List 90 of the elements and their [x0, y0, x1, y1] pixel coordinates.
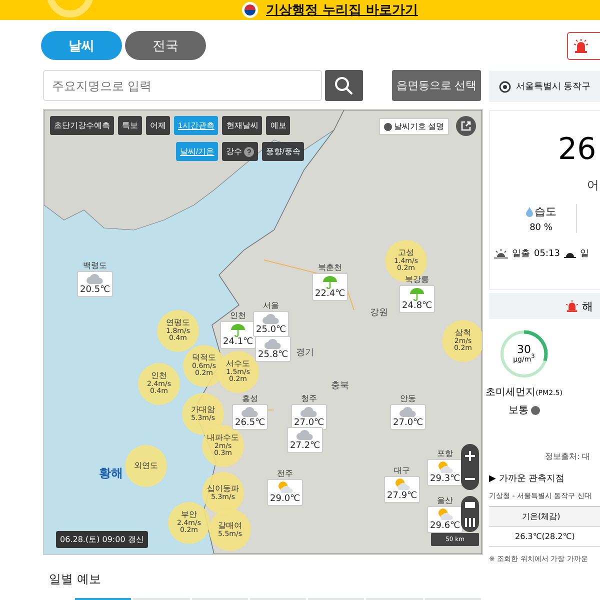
station-name: 북강릉: [405, 274, 430, 285]
region-label: 강원: [370, 307, 388, 319]
drop-icon: [526, 206, 532, 216]
map-layer-button[interactable]: 특보: [118, 116, 142, 135]
cloud-icon: [399, 406, 418, 418]
weather-condition: 어: [587, 177, 600, 194]
station-card[interactable]: 29.3℃: [427, 459, 464, 486]
cloud-icon: [86, 273, 104, 285]
station-card[interactable]: 27.2℃: [287, 427, 324, 453]
map-layer-button[interactable]: 풍향/풍속: [262, 142, 304, 161]
search-button[interactable]: [325, 70, 364, 101]
dust-status: 보통: [508, 404, 528, 417]
station-card[interactable]: 29.6℃: [427, 506, 464, 533]
station-card[interactable]: 26.5℃: [232, 404, 268, 430]
zoom-in-icon[interactable]: [465, 450, 475, 460]
sun-cloud-icon: [276, 481, 294, 494]
station-name: 청주: [301, 393, 318, 404]
location-button[interactable]: 서울특별시 동작구: [489, 71, 600, 102]
dust-label: 초미세먼지: [486, 387, 536, 398]
umbrella-icon: [409, 287, 426, 301]
region-label: 황해: [99, 465, 123, 482]
external-link-icon: [461, 121, 471, 131]
warning-button[interactable]: [567, 32, 600, 60]
station-card[interactable]: 22.4℃: [312, 273, 348, 301]
nearby-heading: ▶ 가까운 관측지점: [489, 473, 566, 485]
map-icon[interactable]: [465, 500, 475, 509]
station-name: 서울: [263, 300, 280, 311]
station-name: 북춘천: [318, 262, 342, 273]
map-layer-button[interactable]: 초단기강수예측: [50, 116, 114, 135]
sunrise-label: 일출: [512, 248, 530, 260]
sunrise-icon: [494, 248, 508, 258]
dust-value: 30: [517, 344, 531, 356]
station-name: 안동: [400, 393, 416, 404]
station-name: 울산: [437, 495, 454, 506]
umbrella-icon: [230, 323, 246, 337]
station-card[interactable]: 27.9℃: [384, 476, 420, 503]
sun-cloud-icon: [436, 508, 454, 521]
sunrise-time: 05:13: [534, 248, 560, 258]
station-card[interactable]: 25.0℃: [253, 311, 290, 337]
map-layer-button[interactable]: 예보: [266, 116, 290, 135]
cloud-icon: [241, 406, 260, 418]
search-field[interactable]: 주요지명으로 입력: [43, 70, 322, 101]
station-card[interactable]: 27.0℃: [291, 404, 328, 430]
legend-button[interactable]: 날씨기호 설명: [378, 118, 449, 135]
station-name: 백령도: [83, 260, 108, 271]
humidity-label: 습도: [534, 204, 556, 219]
columns-icon[interactable]: [465, 518, 475, 528]
section-heading: 일별 예보: [49, 571, 102, 588]
map-layer-button[interactable]: 현재날씨: [222, 116, 262, 135]
station-name: 홍성: [242, 393, 258, 404]
station-card[interactable]: 25.8℃: [255, 336, 292, 362]
zoom-control[interactable]: [461, 444, 479, 490]
cloud-icon: [296, 429, 314, 441]
portal-link[interactable]: 기상행정 누리집 바로가기: [266, 1, 418, 19]
emblem-icon: [242, 2, 258, 18]
station-name: 포항: [437, 448, 454, 459]
source-text: 정보출처: 대: [545, 451, 592, 462]
station-name: 대구: [394, 465, 410, 476]
region-label: 경기: [296, 347, 314, 359]
gps-icon: [499, 80, 511, 92]
view-tab[interactable]: 전국: [125, 31, 206, 60]
station-card[interactable]: 29.0℃: [267, 479, 304, 506]
alert-text: 해: [582, 298, 593, 314]
update-time: 06.28.(토) 09:00 갱신: [56, 531, 148, 548]
station-card[interactable]: 24.1℃: [220, 321, 256, 349]
station-name: 인천: [230, 310, 246, 321]
current-temperature: 26: [558, 135, 598, 165]
station-card[interactable]: 27.0℃: [390, 404, 426, 430]
sun-cloud-icon: [436, 461, 454, 474]
cloud-icon: [262, 313, 280, 325]
station-card[interactable]: 20.5℃: [77, 271, 114, 297]
table-header: 기온(체감): [489, 507, 600, 527]
cloud-icon: [264, 338, 282, 350]
map-layer-button[interactable]: 강수: [222, 142, 258, 161]
umbrella-icon: [322, 275, 338, 289]
siren-icon: [565, 300, 579, 312]
map-type-control[interactable]: [461, 496, 479, 532]
siren-icon: [573, 39, 589, 53]
station-name: 전주: [277, 468, 294, 479]
sunset-label: 일: [580, 248, 589, 260]
region-select-button[interactable]: 읍면동으로 선택: [392, 70, 482, 101]
search-icon: [334, 76, 354, 96]
region-label: 충북: [331, 380, 349, 392]
buoy-marker[interactable]: 외연도: [125, 445, 167, 487]
map-layer-button[interactable]: 어제: [146, 116, 170, 135]
table-cell: 26.3℃(28.2℃): [489, 527, 600, 547]
cloud-icon: [300, 406, 318, 418]
station-card[interactable]: 24.8℃: [399, 285, 436, 313]
humidity-value: 80 %: [530, 223, 552, 233]
sun-cloud-icon: [393, 478, 412, 491]
